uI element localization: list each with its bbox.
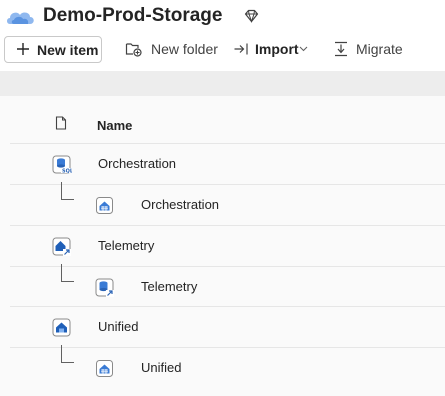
new-folder-label: New folder <box>151 41 218 57</box>
row-separator <box>10 184 445 185</box>
document-icon <box>55 116 67 130</box>
list-header: Name <box>0 96 445 143</box>
warehouse-icon <box>96 197 113 214</box>
plus-icon <box>17 43 29 55</box>
warehouse-icon <box>96 360 113 377</box>
tree-connector <box>61 182 74 200</box>
item-name[interactable]: Orchestration <box>98 156 176 171</box>
row-separator <box>10 143 445 144</box>
new-folder-button[interactable]: New folder <box>125 35 218 63</box>
name-column-header[interactable]: Name <box>97 118 132 133</box>
migrate-button[interactable]: Migrate <box>333 35 405 63</box>
migrate-icon <box>335 41 347 57</box>
tree-connector <box>61 345 74 363</box>
lakehouse-shortcut-icon <box>52 237 71 256</box>
table-row[interactable]: SQL Orchestration <box>0 143 445 183</box>
new-item-label: New item <box>37 42 99 58</box>
chevron-down-icon <box>299 46 308 52</box>
page-title: Demo-Prod-Storage <box>43 5 223 26</box>
item-name[interactable]: Orchestration <box>141 197 219 212</box>
table-row[interactable]: Unified <box>0 345 445 387</box>
item-name[interactable]: Telemetry <box>98 238 154 253</box>
workspace-header: Demo-Prod-Storage <box>0 0 445 35</box>
item-name[interactable]: Unified <box>141 360 181 375</box>
import-label: Import <box>255 41 299 57</box>
lakehouse-icon <box>52 318 71 337</box>
diamond-icon[interactable] <box>244 9 259 23</box>
table-row[interactable]: Telemetry <box>0 264 445 306</box>
tree-connector <box>61 264 74 282</box>
item-name[interactable]: Telemetry <box>141 279 197 294</box>
row-separator <box>10 306 445 307</box>
item-list: Name SQL Orchestration Orchestration Tel… <box>0 96 445 396</box>
new-folder-icon <box>125 43 142 57</box>
database-shortcut-icon <box>95 278 114 297</box>
sql-database-icon: SQL <box>52 155 72 175</box>
new-item-button[interactable]: New item <box>4 36 102 63</box>
import-icon <box>234 43 248 55</box>
row-separator <box>10 225 445 226</box>
svg-text:SQL: SQL <box>62 169 72 175</box>
divider-band <box>0 71 445 96</box>
table-row[interactable]: Unified <box>0 306 445 346</box>
row-separator <box>10 266 445 267</box>
workspace-icon <box>7 12 34 24</box>
table-row[interactable]: Telemetry <box>0 225 445 265</box>
table-row[interactable]: Orchestration <box>0 182 445 224</box>
migrate-label: Migrate <box>356 41 403 57</box>
command-bar: New item New folder Import Migrate <box>0 35 445 71</box>
row-separator <box>10 347 445 348</box>
item-name[interactable]: Unified <box>98 319 138 334</box>
import-dropdown[interactable]: Import <box>233 35 311 63</box>
